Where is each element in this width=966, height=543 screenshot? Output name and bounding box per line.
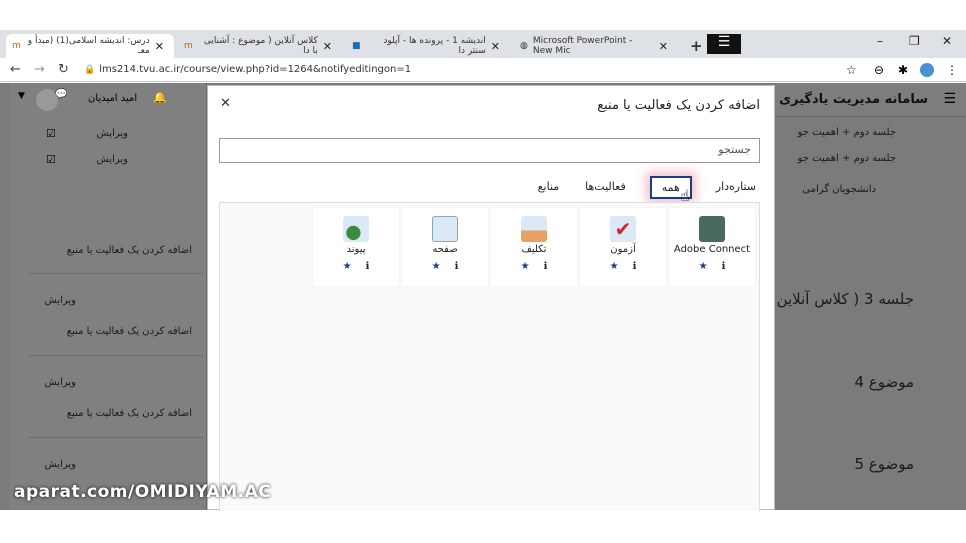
browser-tab[interactable]: ✕ کلاس آنلاین ( موضوع : آشنایی با دا m <box>178 34 342 58</box>
course-item[interactable]: جلسه دوم + اهمیت جو <box>798 127 896 138</box>
tab-starred[interactable]: ستاره‌دار <box>714 176 758 199</box>
activity-item[interactable]: صفحه ★ ℹ <box>402 208 488 286</box>
info-icon[interactable]: ℹ <box>633 261 637 272</box>
course-item[interactable]: جلسه دوم + اهمیت جو <box>798 153 896 164</box>
star-icon[interactable]: ★ <box>610 261 619 272</box>
edit-menu[interactable]: ویرایش <box>97 154 128 165</box>
site-header: سامانه مدیریت یادگیری ا ☰ <box>770 83 966 117</box>
address-bar: ← → ↻ 🔒 lms214.tvu.ac.ir/course/view.php… <box>0 58 966 82</box>
tab-activities[interactable]: فعالیت‌ها <box>583 176 628 199</box>
browser-tab[interactable]: ◍ Microsoft PowerPoint - New Mic ✕ <box>514 34 678 58</box>
section-title: موضوع 4 <box>854 373 914 391</box>
tab-bar: ✕ درس: اندیشه اسلامی(1) (مبدأ و معـ m ✕ کلا… <box>0 30 966 58</box>
edit-menu[interactable]: ویرایش <box>45 377 76 388</box>
close-tab-icon[interactable]: ✕ <box>491 40 500 53</box>
user-name[interactable]: امید امیدیان <box>88 93 137 104</box>
info-icon[interactable]: ℹ <box>722 261 726 272</box>
chooser-tabs: ستاره‌دار همه فعالیت‌ها منابع <box>536 176 758 199</box>
watermark: aparat.com/OMIDIYAM.AC <box>14 482 272 502</box>
info-icon[interactable]: ℹ <box>366 261 370 272</box>
lock-icon: 🔒 <box>84 64 96 75</box>
activity-chooser-dialog: اضافه کردن یک فعالیت یا منبع ✕ جستجو ستا… <box>207 85 775 511</box>
edit-menu[interactable]: ویرایش <box>45 459 76 470</box>
star-icon[interactable]: ★ <box>343 261 352 272</box>
globe-icon: ◍ <box>520 41 528 51</box>
close-window-button[interactable]: ✕ <box>942 34 952 48</box>
activity-item[interactable]: تکلیف ★ ℹ <box>491 208 577 286</box>
browser-tab[interactable]: ✕ اندیشه 1 - پرونده ها - آپلود سنتر دا ■ <box>346 34 510 58</box>
quiz-icon: ✔ <box>610 216 636 242</box>
notice: دانشجویان گرامی <box>802 184 876 195</box>
hamburger-icon[interactable]: ☰ <box>943 91 956 107</box>
adobe-connect-icon <box>699 216 725 242</box>
url-field[interactable]: lms214.tvu.ac.ir/course/view.php?id=1264… <box>99 64 411 75</box>
activity-grid: Adobe Connect ★ ℹ ✔ آزمون ★ ℹ تکلیف ★ ℹ صفحه ★ ℹ … <box>219 202 760 511</box>
close-tab-icon[interactable]: ✕ <box>659 40 668 53</box>
add-activity-link[interactable]: اضافه کردن یک فعالیت یا منبع <box>67 245 192 256</box>
more-icon[interactable]: ⋮ <box>946 63 958 77</box>
info-icon[interactable]: ℹ <box>544 261 548 272</box>
reload-icon[interactable]: ↻ <box>58 62 78 77</box>
restore-button[interactable]: ❐ <box>909 34 920 48</box>
close-tab-icon[interactable]: ✕ <box>323 40 332 53</box>
bell-icon[interactable]: 🔔 <box>153 91 167 104</box>
activity-item[interactable]: Adobe Connect ★ ℹ <box>669 208 755 286</box>
dialog-title: اضافه کردن یک فعالیت یا منبع <box>597 98 760 113</box>
moodle-icon: m <box>184 41 193 51</box>
close-tab-icon[interactable]: ✕ <box>155 40 164 53</box>
caret-icon[interactable]: ▼ <box>18 91 25 101</box>
upload-center-icon: ■ <box>352 41 361 51</box>
info-icon[interactable]: ℹ <box>455 261 459 272</box>
section-title: موضوع 5 <box>854 455 914 473</box>
search-input[interactable]: جستجو <box>219 138 760 163</box>
extension-icon[interactable]: ⊖ <box>874 63 884 77</box>
tab-resources[interactable]: منابع <box>536 176 561 199</box>
new-tab-button[interactable]: + <box>684 34 709 58</box>
cursor-icon: ☝ <box>680 186 690 205</box>
section-title: جلسه 3 ( کلاس آنلاین <box>776 290 914 308</box>
moodle-icon: m <box>12 41 21 51</box>
puzzle-icon[interactable]: ✱ <box>898 63 908 77</box>
star-icon[interactable]: ★ <box>432 261 441 272</box>
star-icon[interactable]: ★ <box>699 261 708 272</box>
activity-item[interactable]: پیوند ★ ℹ <box>313 208 399 286</box>
page-icon <box>432 216 458 242</box>
back-icon[interactable]: ← <box>10 62 30 77</box>
url-icon <box>343 216 369 242</box>
avatar[interactable] <box>920 62 934 77</box>
forward-icon[interactable]: → <box>34 62 54 77</box>
nav-drawer: ▼ 💬 امید امیدیان 🔔 ویرایش ☑ ویرایش ☑ اضا… <box>10 83 207 510</box>
star-icon[interactable]: ★ <box>521 261 530 272</box>
bookmark-star-icon[interactable]: ☆ <box>846 63 857 77</box>
checkbox[interactable]: ☑ <box>46 153 56 166</box>
minimize-button[interactable]: – <box>877 34 883 48</box>
activity-item[interactable]: ✔ آزمون ★ ℹ <box>580 208 666 286</box>
edit-menu[interactable]: ویرایش <box>45 295 76 306</box>
add-activity-link[interactable]: اضافه کردن یک فعالیت یا منبع <box>67 326 192 337</box>
browser-tab[interactable]: ✕ درس: اندیشه اسلامی(1) (مبدأ و معـ m <box>6 34 174 58</box>
close-icon[interactable]: ✕ <box>220 96 231 111</box>
assignment-icon <box>521 216 547 242</box>
menu-icon[interactable]: ☰ <box>707 34 741 54</box>
checkbox[interactable]: ☑ <box>46 127 56 140</box>
avatar[interactable] <box>36 89 58 111</box>
edit-menu[interactable]: ویرایش <box>97 128 128 139</box>
add-activity-link[interactable]: اضافه کردن یک فعالیت یا منبع <box>67 408 192 419</box>
